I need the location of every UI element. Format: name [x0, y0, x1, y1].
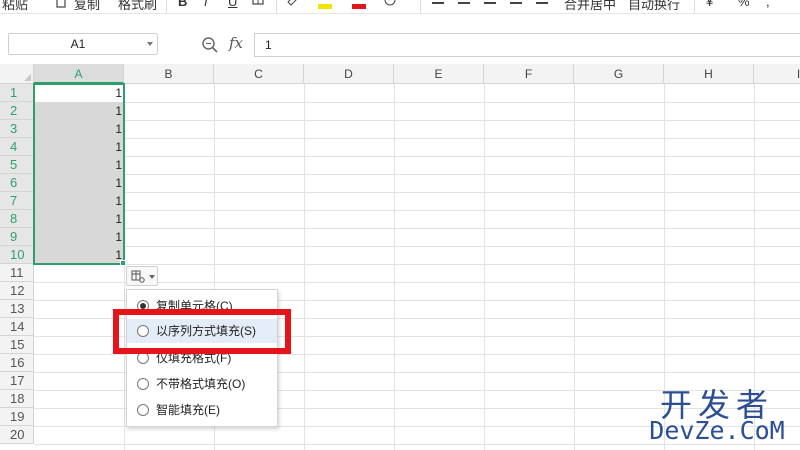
row-header-19[interactable]: 19 [0, 408, 34, 426]
column-header-i[interactable]: I [754, 64, 800, 84]
copy-button[interactable]: 复制 [74, 0, 100, 13]
row-header-5[interactable]: 5 [0, 156, 34, 174]
align-right-icon[interactable] [484, 2, 496, 4]
chevron-down-icon[interactable] [147, 42, 153, 46]
row-header-14[interactable]: 14 [0, 318, 34, 336]
clear-icon[interactable] [384, 0, 396, 10]
grid-line [34, 102, 800, 103]
column-header-d[interactable]: D [304, 64, 394, 84]
fill-handle[interactable] [120, 260, 126, 266]
watermark: 开发者 DevZe.CoM [642, 380, 792, 446]
formula-bar: A1 fx 1 [0, 30, 800, 60]
name-box[interactable]: A1 [8, 33, 158, 55]
ribbon-toolbar: 粘贴 复制 格式刷 B I U 合并居中 自动换行 ¥ % , [0, 0, 800, 14]
underline-icon[interactable]: U [228, 0, 237, 9]
formula-input[interactable]: 1 [254, 33, 800, 57]
toolbar-divider [276, 0, 277, 13]
column-header-g[interactable]: G [574, 64, 664, 84]
radio-icon[interactable] [137, 404, 149, 416]
fx-icon[interactable]: fx [229, 34, 243, 52]
zoom-icon[interactable] [201, 36, 219, 54]
italic-icon[interactable]: I [204, 0, 208, 9]
bold-icon[interactable]: B [178, 0, 187, 9]
grid-line [34, 174, 800, 175]
highlight-annotation-box [113, 309, 291, 354]
fill-color-icon[interactable] [286, 0, 298, 10]
merge-center-button[interactable]: 合并居中 [564, 0, 616, 13]
row-header-6[interactable]: 6 [0, 174, 34, 192]
row-header-20[interactable]: 20 [0, 426, 34, 444]
row-header-13[interactable]: 13 [0, 300, 34, 318]
align-center-icon[interactable] [458, 2, 470, 4]
toolbar-divider [694, 0, 695, 13]
menu-item-fill-without-formatting[interactable]: 不带格式填充(O) [127, 372, 277, 396]
grid-line [34, 228, 800, 229]
row-header-15[interactable]: 15 [0, 336, 34, 354]
column-header-c[interactable]: C [214, 64, 304, 84]
align-left-icon[interactable] [432, 2, 444, 4]
toolbar-divider [420, 0, 421, 13]
percent-button[interactable]: % [738, 0, 750, 9]
distribute-icon[interactable] [536, 2, 548, 4]
name-box-value: A1 [70, 37, 86, 51]
menu-item-flash-fill[interactable]: 智能填充(E) [127, 398, 277, 422]
row-header-8[interactable]: 8 [0, 210, 34, 228]
grid-line [34, 192, 800, 193]
row-header-18[interactable]: 18 [0, 390, 34, 408]
row-header-17[interactable]: 17 [0, 372, 34, 390]
row-header-11[interactable]: 11 [0, 264, 34, 282]
auto-fill-options-button[interactable] [126, 266, 158, 286]
copy-icon[interactable] [56, 0, 68, 10]
grid-line [34, 138, 800, 139]
row-header-7[interactable]: 7 [0, 192, 34, 210]
grid-line [34, 156, 800, 157]
grid-line [34, 120, 800, 121]
column-header-a[interactable]: A [34, 64, 124, 84]
radio-icon[interactable] [137, 378, 149, 390]
grid-line [34, 246, 800, 247]
toolbar-divider [166, 0, 167, 13]
row-header-4[interactable]: 4 [0, 138, 34, 156]
row-header-12[interactable]: 12 [0, 282, 34, 300]
auto-fill-options-icon [131, 270, 145, 283]
formula-input-value: 1 [265, 38, 272, 52]
chevron-down-icon [149, 275, 155, 279]
align-justify-icon[interactable] [510, 2, 522, 4]
thousands-icon[interactable]: , [766, 0, 770, 9]
column-header-e[interactable]: E [394, 64, 484, 84]
row-header-1[interactable]: 1 [0, 84, 34, 102]
highlight-color-swatch[interactable] [318, 4, 332, 9]
paste-button[interactable]: 粘贴 [2, 0, 28, 13]
row-header-10[interactable]: 10 [0, 246, 34, 264]
column-header-h[interactable]: H [664, 64, 754, 84]
row-header-3[interactable]: 3 [0, 120, 34, 138]
currency-icon[interactable]: ¥ [706, 0, 713, 9]
border-icon[interactable] [252, 0, 264, 10]
font-color-swatch[interactable] [352, 4, 366, 9]
corner-triangle-icon [24, 74, 31, 81]
row-header-2[interactable]: 2 [0, 102, 34, 120]
grid-line [34, 264, 800, 265]
menu-item-label: 智能填充(E) [156, 403, 220, 417]
wrap-text-button[interactable]: 自动换行 [628, 0, 680, 13]
grid-line [34, 210, 800, 211]
column-header-f[interactable]: F [484, 64, 574, 84]
menu-item-label: 不带格式填充(O) [156, 377, 246, 391]
row-header-16[interactable]: 16 [0, 354, 34, 372]
column-header-b[interactable]: B [124, 64, 214, 84]
selection-border [33, 83, 125, 265]
watermark-bottom-text: DevZe.CoM [649, 416, 785, 445]
format-painter-button[interactable]: 格式刷 [118, 0, 157, 13]
select-all-corner[interactable] [0, 64, 34, 84]
row-header-9[interactable]: 9 [0, 228, 34, 246]
